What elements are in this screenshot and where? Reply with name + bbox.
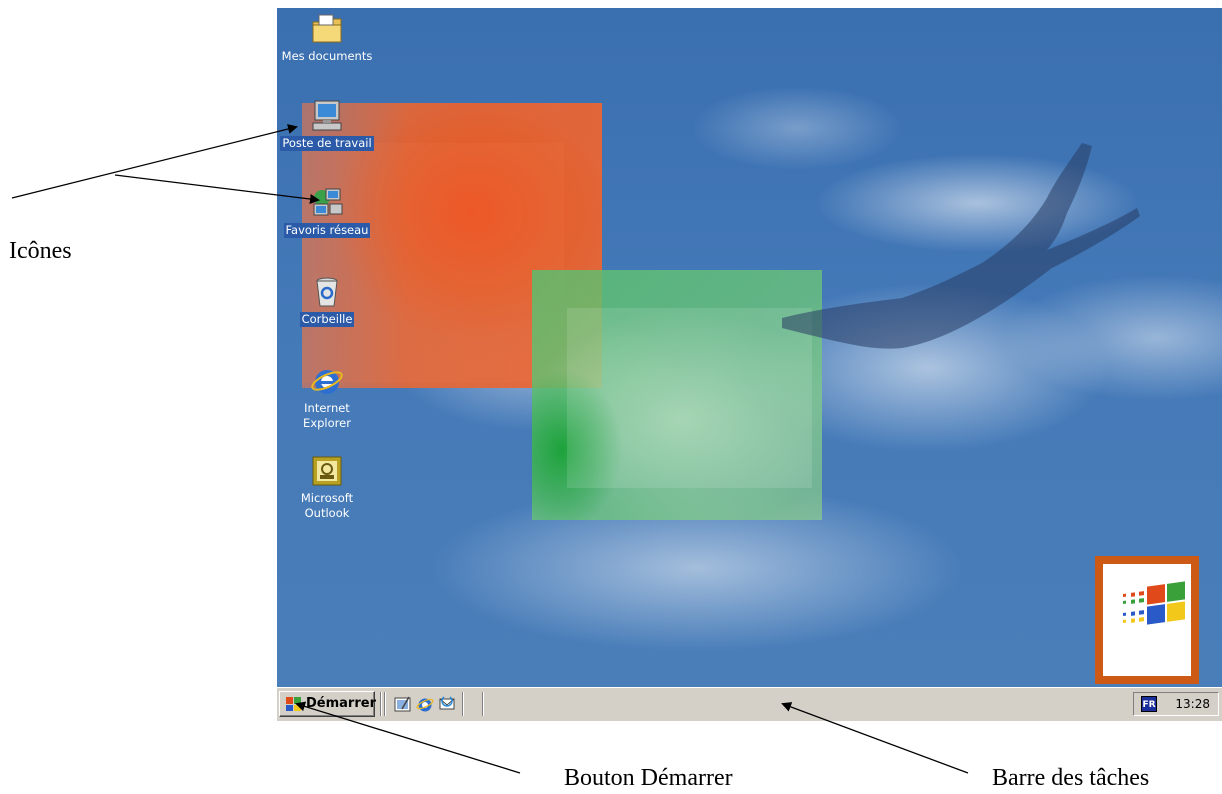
desktop-icon-label: Favoris réseau [283, 223, 371, 238]
clock[interactable]: 13:28 [1175, 697, 1210, 711]
desktop-icon-label: Poste de travail [280, 136, 374, 151]
start-button-label: Démarrer [306, 696, 376, 711]
desktop-icon-poste-de-travail[interactable]: Poste de travail [277, 99, 377, 152]
windows-flag-icon [286, 697, 301, 711]
arrow-to-poste-de-travail [11, 124, 298, 199]
show-desktop-icon[interactable] [394, 695, 412, 713]
taskbar[interactable]: Démarrer FR 13:28 [277, 687, 1222, 721]
system-tray: FR 13:28 [1133, 692, 1219, 716]
desktop-icon-microsoft-outlook[interactable]: Microsoft Outlook [277, 454, 377, 522]
start-button-annotation: Bouton Démarrer [564, 765, 733, 791]
outlook-express-icon[interactable] [438, 695, 456, 713]
desktop-icon-internet-explorer[interactable]: Internet Explorer [277, 364, 377, 432]
desktop-icon-mes-documents[interactable]: Mes documents [277, 12, 377, 65]
outlook-icon [312, 456, 342, 486]
desktop-icon-corbeille[interactable]: Corbeille [277, 275, 377, 328]
desktop[interactable]: Mes documents Poste de travail Favoris r… [277, 8, 1222, 687]
computer-icon [312, 100, 342, 131]
taskbar-annotation: Barre des tâches [992, 765, 1150, 791]
internet-explorer-icon [311, 370, 343, 394]
icons-annotation: Icônes [9, 238, 72, 264]
wallpaper-red-inner-panel [302, 143, 564, 383]
desktop-icon-label: Corbeille [299, 312, 355, 327]
windows-logo [1095, 556, 1199, 684]
windows-flag-icon [1123, 581, 1185, 625]
desktop-icon-label: Mes documents [281, 49, 373, 63]
recycle-bin-icon [316, 277, 338, 307]
desktop-icon-label: Microsoft Outlook [300, 491, 354, 520]
wallpaper-green-inner-panel [567, 308, 812, 488]
language-indicator[interactable]: FR [1141, 696, 1157, 712]
taskbar-separator [384, 692, 386, 716]
desktop-icon-label: Internet Explorer [303, 401, 351, 430]
taskbar-separator [482, 692, 484, 716]
network-icon [313, 188, 343, 216]
start-button[interactable]: Démarrer [279, 691, 376, 717]
taskbar-separator [462, 692, 464, 716]
wallpaper-diver-silhouette [782, 143, 1140, 349]
desktop-icon-favoris-reseau[interactable]: Favoris réseau [277, 186, 377, 239]
taskbar-separator [380, 692, 382, 716]
folder-icon [312, 14, 342, 43]
internet-explorer-icon[interactable] [416, 695, 434, 713]
